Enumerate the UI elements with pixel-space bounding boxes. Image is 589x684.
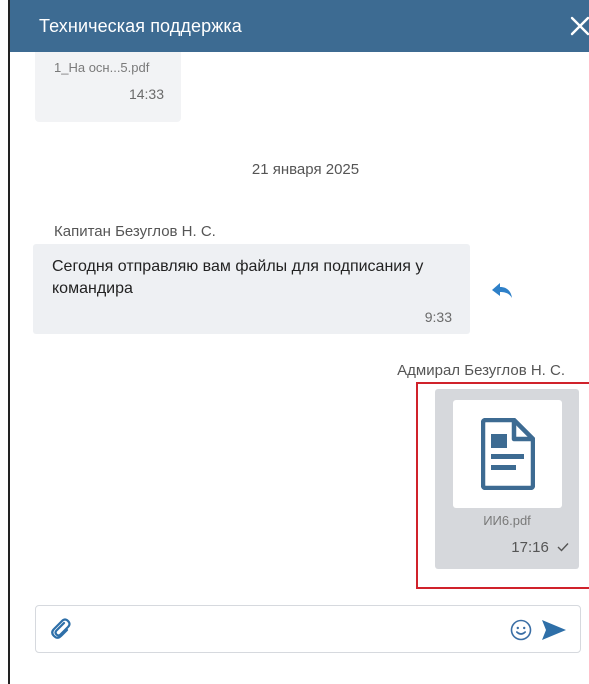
outgoing-sender-name: Адмирал Безуглов Н. С. — [397, 362, 565, 379]
check-icon — [557, 539, 569, 552]
close-icon[interactable] — [567, 13, 589, 39]
previous-file-message[interactable]: 1_На осн...5.pdf 14:33 — [35, 52, 181, 122]
incoming-message-text: Сегодня отправляю вам файлы для подписан… — [52, 258, 424, 297]
reply-icon[interactable] — [491, 282, 513, 300]
file-time: 17:16 — [511, 539, 549, 556]
smiley-icon[interactable] — [510, 619, 532, 641]
incoming-sender-name: Капитан Безуглов Н. С. — [54, 223, 216, 240]
send-icon[interactable] — [541, 619, 567, 641]
outgoing-file-message[interactable]: ИИ6.pdf 17:16 — [435, 389, 579, 569]
incoming-message-time: 9:33 — [424, 309, 452, 325]
paperclip-icon[interactable] — [50, 618, 72, 640]
message-list[interactable]: 1_На осн...5.pdf 14:33 21 января 2025 Ка… — [10, 52, 589, 602]
chat-window: Техническая поддержка 1_На осн...5.pdf 1… — [8, 0, 589, 684]
date-separator: 21 января 2025 — [251, 161, 360, 178]
incoming-message-bubble: Сегодня отправляю вам файлы для подписан… — [33, 244, 470, 334]
message-composer[interactable] — [35, 605, 581, 653]
chat-title: Техническая поддержка — [39, 16, 242, 36]
previous-file-time: 14:33 — [128, 86, 164, 102]
chat-header: Техническая поддержка — [10, 0, 589, 52]
file-time-row: 17:16 — [511, 539, 569, 556]
document-icon — [480, 417, 536, 495]
previous-file-name: 1_На осн...5.pdf — [54, 60, 150, 75]
file-thumbnail[interactable] — [453, 400, 562, 508]
file-name: ИИ6.pdf — [483, 513, 531, 528]
